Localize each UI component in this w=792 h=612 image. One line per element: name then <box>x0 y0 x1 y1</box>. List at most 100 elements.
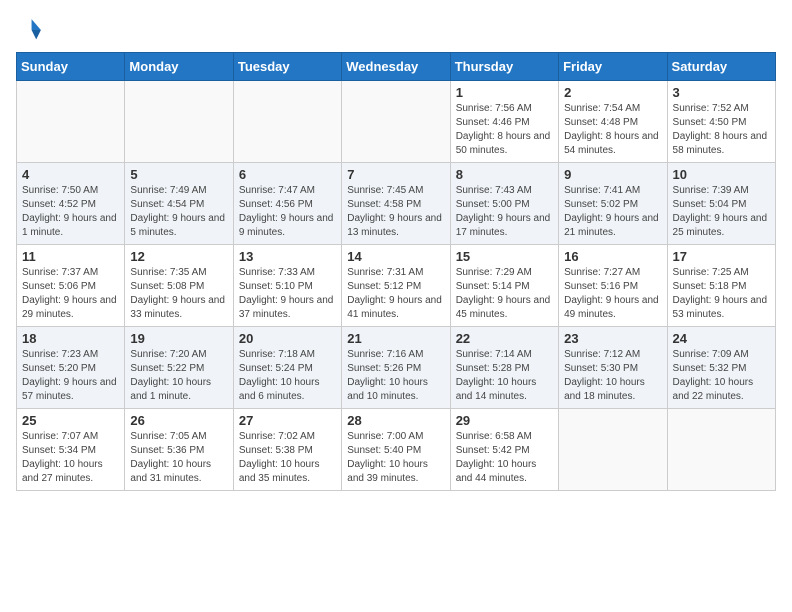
logo <box>16 16 48 44</box>
day-info: Sunrise: 7:31 AMSunset: 5:12 PMDaylight:… <box>347 266 444 322</box>
day-info: Sunrise: 7:20 AMSunset: 5:22 PMDaylight:… <box>130 348 227 404</box>
calendar-cell: 16Sunrise: 7:27 AMSunset: 5:16 PMDayligh… <box>559 245 667 327</box>
day-number: 4 <box>22 167 119 182</box>
day-number: 1 <box>456 85 553 100</box>
calendar-week-2: 4 Sunrise: 7:50 AMSunset: 4:52 PMDaylight… <box>17 163 776 245</box>
day-number: 26 <box>130 413 227 428</box>
day-number: 2 <box>564 85 661 100</box>
day-number: 17 <box>673 249 770 264</box>
calendar-cell: 26 Sunrise: 7:05 AMSunset: 5:36 PMDayligh… <box>125 409 233 491</box>
day-info: Sunrise: 7:14 AMSunset: 5:28 PMDaylight:… <box>456 348 553 404</box>
day-info: Sunrise: 7:35 AMSunset: 5:08 PMDaylight:… <box>130 266 227 322</box>
day-info: Sunrise: 6:58 AMSunset: 5:42 PMDaylight:… <box>456 430 553 486</box>
day-info: Sunrise: 7:05 AMSunset: 5:36 PMDaylight:… <box>130 430 227 486</box>
day-info: Sunrise: 7:09 AMSunset: 5:32 PMDaylight:… <box>673 348 770 404</box>
day-info: Sunrise: 7:00 AMSunset: 5:40 PMDaylight:… <box>347 430 444 486</box>
calendar-cell: 1 Sunrise: 7:56 AMSunset: 4:46 PMDaylight… <box>450 81 558 163</box>
day-number: 23 <box>564 331 661 346</box>
weekday-header-row: SundayMondayTuesdayWednesdayThursdayFrid… <box>17 53 776 81</box>
day-info: Sunrise: 7:12 AMSunset: 5:30 PMDaylight:… <box>564 348 661 404</box>
calendar-cell: 29 Sunrise: 6:58 AMSunset: 5:42 PMDayligh… <box>450 409 558 491</box>
calendar-cell: 17Sunrise: 7:25 AMSunset: 5:18 PMDayligh… <box>667 245 775 327</box>
day-info: Sunrise: 7:41 AMSunset: 5:02 PMDaylight:… <box>564 184 661 240</box>
day-number: 14 <box>347 249 444 264</box>
day-number: 28 <box>347 413 444 428</box>
day-info: Sunrise: 7:16 AMSunset: 5:26 PMDaylight:… <box>347 348 444 404</box>
day-number: 29 <box>456 413 553 428</box>
weekday-header-tuesday: Tuesday <box>233 53 341 81</box>
calendar-cell <box>17 81 125 163</box>
day-info: Sunrise: 7:18 AMSunset: 5:24 PMDaylight:… <box>239 348 336 404</box>
day-info: Sunrise: 7:39 AMSunset: 5:04 PMDaylight:… <box>673 184 770 240</box>
logo-icon <box>16 16 44 44</box>
calendar-cell <box>125 81 233 163</box>
calendar-cell: 25 Sunrise: 7:07 AMSunset: 5:34 PMDayligh… <box>17 409 125 491</box>
day-info: Sunrise: 7:47 AMSunset: 4:56 PMDaylight:… <box>239 184 336 240</box>
day-number: 11 <box>22 249 119 264</box>
weekday-header-monday: Monday <box>125 53 233 81</box>
day-number: 19 <box>130 331 227 346</box>
day-info: Sunrise: 7:56 AMSunset: 4:46 PMDaylight:… <box>456 102 553 158</box>
calendar-cell: 19 Sunrise: 7:20 AMSunset: 5:22 PMDayligh… <box>125 327 233 409</box>
weekday-header-friday: Friday <box>559 53 667 81</box>
day-number: 18 <box>22 331 119 346</box>
day-info: Sunrise: 7:29 AMSunset: 5:14 PMDaylight:… <box>456 266 553 322</box>
calendar-cell: 11 Sunrise: 7:37 AMSunset: 5:06 PMDayligh… <box>17 245 125 327</box>
calendar-cell: 18Sunrise: 7:23 AMSunset: 5:20 PMDayligh… <box>17 327 125 409</box>
day-info: Sunrise: 7:52 AMSunset: 4:50 PMDaylight:… <box>673 102 770 158</box>
day-number: 8 <box>456 167 553 182</box>
calendar-cell <box>342 81 450 163</box>
calendar-week-4: 18Sunrise: 7:23 AMSunset: 5:20 PMDayligh… <box>17 327 776 409</box>
day-info: Sunrise: 7:43 AMSunset: 5:00 PMDaylight:… <box>456 184 553 240</box>
calendar-cell: 10 Sunrise: 7:39 AMSunset: 5:04 PMDayligh… <box>667 163 775 245</box>
calendar-week-3: 11 Sunrise: 7:37 AMSunset: 5:06 PMDayligh… <box>17 245 776 327</box>
day-number: 27 <box>239 413 336 428</box>
day-number: 24 <box>673 331 770 346</box>
day-info: Sunrise: 7:49 AMSunset: 4:54 PMDaylight:… <box>130 184 227 240</box>
calendar-cell: 13 Sunrise: 7:33 AMSunset: 5:10 PMDayligh… <box>233 245 341 327</box>
calendar-cell: 9 Sunrise: 7:41 AMSunset: 5:02 PMDaylight… <box>559 163 667 245</box>
calendar-cell <box>559 409 667 491</box>
calendar-week-1: 1 Sunrise: 7:56 AMSunset: 4:46 PMDaylight… <box>17 81 776 163</box>
day-info: Sunrise: 7:33 AMSunset: 5:10 PMDaylight:… <box>239 266 336 322</box>
weekday-header-thursday: Thursday <box>450 53 558 81</box>
calendar-cell: 27 Sunrise: 7:02 AMSunset: 5:38 PMDayligh… <box>233 409 341 491</box>
day-number: 25 <box>22 413 119 428</box>
calendar-cell: 3 Sunrise: 7:52 AMSunset: 4:50 PMDaylight… <box>667 81 775 163</box>
day-number: 10 <box>673 167 770 182</box>
calendar-cell: 21 Sunrise: 7:16 AMSunset: 5:26 PMDayligh… <box>342 327 450 409</box>
calendar-cell: 24 Sunrise: 7:09 AMSunset: 5:32 PMDayligh… <box>667 327 775 409</box>
calendar-cell: 14 Sunrise: 7:31 AMSunset: 5:12 PMDayligh… <box>342 245 450 327</box>
day-info: Sunrise: 7:45 AMSunset: 4:58 PMDaylight:… <box>347 184 444 240</box>
day-number: 3 <box>673 85 770 100</box>
weekday-header-saturday: Saturday <box>667 53 775 81</box>
page-header <box>16 16 776 44</box>
calendar-cell: 4 Sunrise: 7:50 AMSunset: 4:52 PMDaylight… <box>17 163 125 245</box>
day-number: 22 <box>456 331 553 346</box>
calendar-cell <box>233 81 341 163</box>
calendar-cell: 23 Sunrise: 7:12 AMSunset: 5:30 PMDayligh… <box>559 327 667 409</box>
calendar-cell: 8 Sunrise: 7:43 AMSunset: 5:00 PMDaylight… <box>450 163 558 245</box>
calendar-cell: 20Sunrise: 7:18 AMSunset: 5:24 PMDayligh… <box>233 327 341 409</box>
day-number: 9 <box>564 167 661 182</box>
calendar-cell: 28 Sunrise: 7:00 AMSunset: 5:40 PMDayligh… <box>342 409 450 491</box>
day-number: 13 <box>239 249 336 264</box>
day-info: Sunrise: 7:54 AMSunset: 4:48 PMDaylight:… <box>564 102 661 158</box>
calendar-cell: 5Sunrise: 7:49 AMSunset: 4:54 PMDaylight… <box>125 163 233 245</box>
day-info: Sunrise: 7:37 AMSunset: 5:06 PMDaylight:… <box>22 266 119 322</box>
calendar-cell: 2 Sunrise: 7:54 AMSunset: 4:48 PMDaylight… <box>559 81 667 163</box>
weekday-header-sunday: Sunday <box>17 53 125 81</box>
day-number: 21 <box>347 331 444 346</box>
day-number: 12 <box>130 249 227 264</box>
calendar-cell: 6 Sunrise: 7:47 AMSunset: 4:56 PMDaylight… <box>233 163 341 245</box>
day-info: Sunrise: 7:02 AMSunset: 5:38 PMDaylight:… <box>239 430 336 486</box>
calendar-cell <box>667 409 775 491</box>
day-number: 7 <box>347 167 444 182</box>
day-number: 15 <box>456 249 553 264</box>
calendar-cell: 12 Sunrise: 7:35 AMSunset: 5:08 PMDayligh… <box>125 245 233 327</box>
day-number: 6 <box>239 167 336 182</box>
day-info: Sunrise: 7:07 AMSunset: 5:34 PMDaylight:… <box>22 430 119 486</box>
day-info: Sunrise: 7:50 AMSunset: 4:52 PMDaylight:… <box>22 184 119 240</box>
weekday-header-wednesday: Wednesday <box>342 53 450 81</box>
calendar-cell: 7 Sunrise: 7:45 AMSunset: 4:58 PMDaylight… <box>342 163 450 245</box>
